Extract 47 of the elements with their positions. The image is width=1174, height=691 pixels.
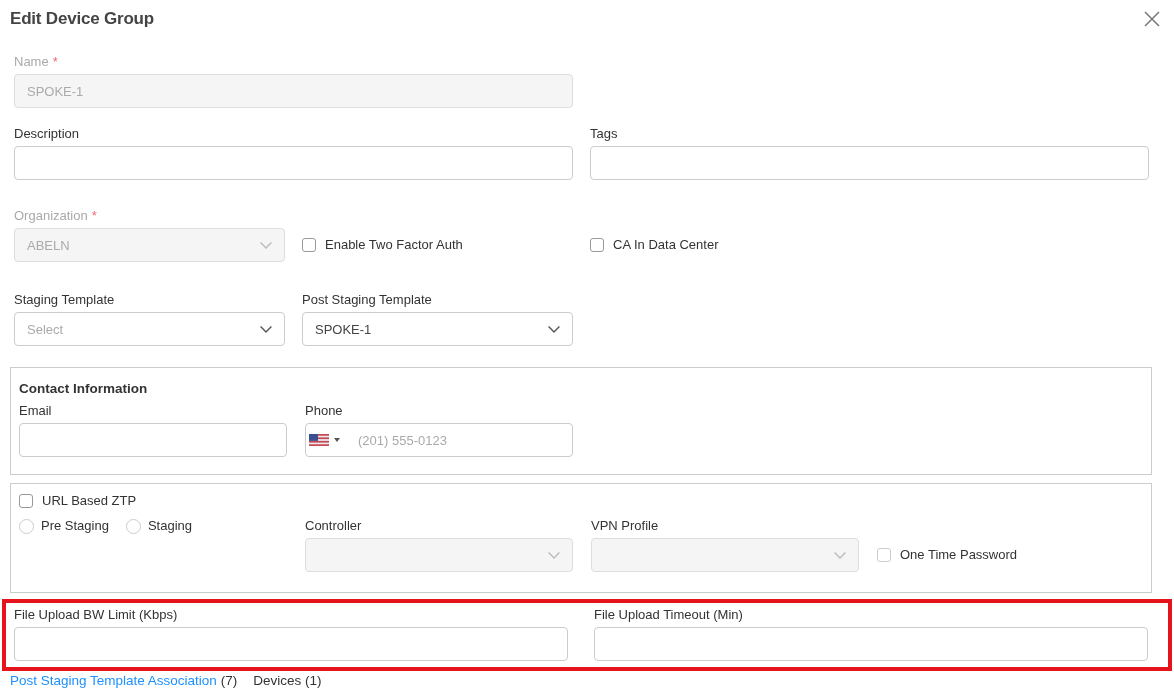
field-label: Controller [305, 518, 362, 534]
tab[interactable]: Post Staging Template Association (7) [10, 673, 238, 689]
checkbox[interactable] [302, 238, 316, 252]
field-label: Description [14, 126, 80, 142]
chevron-down-icon [548, 325, 560, 333]
checkbox[interactable] [590, 238, 604, 252]
field-label: Phone [305, 403, 343, 419]
phone-number-input[interactable]: (201) 555-0123 [358, 431, 558, 449]
tab[interactable]: Devices (1) [253, 673, 322, 689]
radio-button[interactable] [19, 518, 34, 534]
checkbox[interactable] [19, 494, 33, 508]
field-label: File Upload Timeout (Min) [594, 607, 743, 623]
close-icon [1144, 11, 1160, 27]
field-label: VPN Profile [591, 518, 659, 534]
field-label: Tags [590, 126, 618, 142]
close-button[interactable] [1144, 11, 1160, 27]
tags-input[interactable] [590, 146, 1149, 180]
field-label: File Upload BW Limit (Kbps) [14, 607, 178, 623]
phone-field[interactable]: (201) 555-0123 [305, 423, 573, 457]
caret-icon [334, 438, 340, 442]
flag-icon [309, 434, 329, 446]
number-input[interactable] [14, 627, 568, 661]
number-input[interactable] [594, 627, 1148, 661]
field-label: Name [14, 54, 49, 70]
checkbox-label: CA In Data Center [613, 237, 719, 253]
country-code-button[interactable] [309, 434, 340, 446]
required-mark: * [52, 54, 58, 70]
checkbox-label: URL Based ZTP [42, 493, 137, 509]
field-label: Organization [14, 208, 88, 224]
description-input[interactable] [14, 146, 573, 180]
chevron-down-icon [548, 551, 560, 559]
dialog-title: Edit Device Group [10, 8, 154, 30]
chevron-down-icon [260, 325, 272, 333]
post-staging-template-select[interactable]: SPOKE-1 [302, 312, 573, 346]
chevron-down-icon [834, 551, 846, 559]
section-heading: Contact Information [19, 381, 149, 397]
field-label: Staging Template [14, 292, 115, 308]
email-input[interactable] [19, 423, 287, 457]
field-label: Post Staging Template [302, 292, 432, 308]
field-label: Email [19, 403, 52, 419]
radio-button[interactable] [125, 518, 141, 534]
chevron-down-icon [260, 241, 272, 249]
checkbox-label: One Time Password [900, 547, 1018, 563]
required-mark: * [91, 208, 97, 224]
checkbox-label: Enable Two Factor Auth [325, 237, 463, 253]
radio-label: Pre Staging [41, 518, 109, 534]
radio-label: Staging [147, 518, 193, 534]
